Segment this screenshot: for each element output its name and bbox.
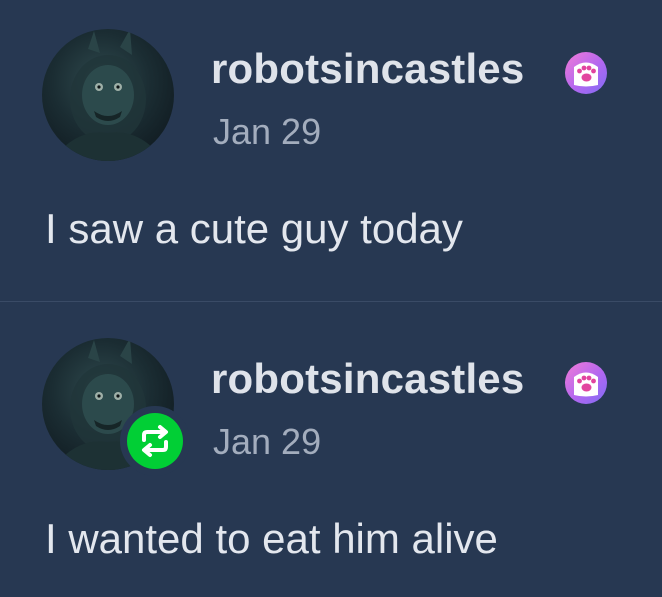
post-date[interactable]: Jan 29 (213, 424, 321, 460)
username[interactable]: robotsincastles (211, 358, 524, 400)
animatronic-avatar-icon (62, 29, 154, 161)
avatar[interactable] (42, 29, 174, 161)
paw-badge[interactable] (565, 52, 607, 94)
post: robotsincastles Jan 29 I saw a cute guy … (0, 0, 662, 302)
post-text: I saw a cute guy today (45, 205, 463, 252)
paw-badge[interactable] (565, 362, 607, 404)
post-text: I wanted to eat him alive (45, 515, 498, 562)
username[interactable]: robotsincastles (211, 48, 524, 90)
reblog-badge[interactable] (120, 406, 190, 476)
post-date[interactable]: Jan 29 (213, 114, 321, 150)
reblog-icon (142, 425, 168, 457)
post: robotsincastles Jan 29 I wanted to eat h… (0, 302, 662, 597)
post-feed: robotsincastles Jan 29 I saw a cute guy … (0, 0, 662, 597)
paw-icon (574, 62, 598, 87)
paw-icon (574, 372, 598, 397)
reblog-circle (127, 413, 183, 469)
